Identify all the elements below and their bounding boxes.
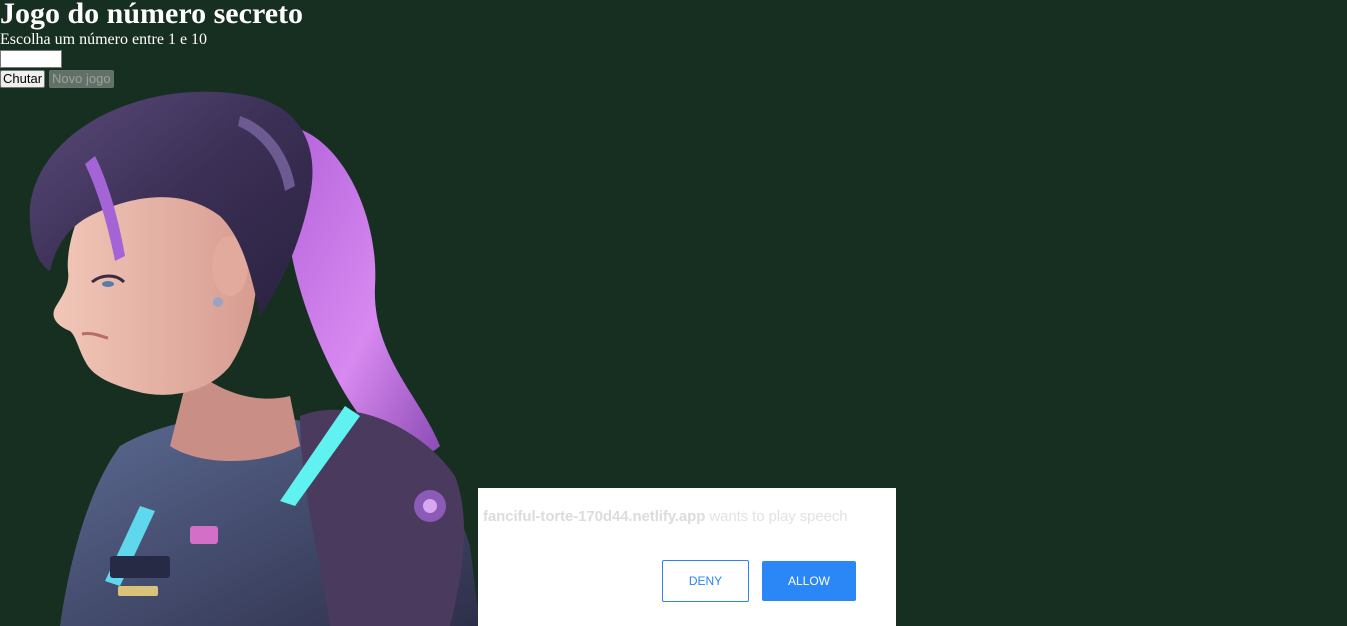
permission-site: fanciful-torte-170d44.netlify.app (483, 508, 706, 525)
woman-portrait-illustration (29, 91, 480, 626)
permission-message: fanciful-torte-170d44.netlify.app wants … (483, 508, 848, 525)
permission-text: wants to play speech (709, 508, 848, 525)
guess-input[interactable] (0, 50, 62, 68)
deny-button[interactable]: DENY (662, 560, 749, 602)
permission-dialog: fanciful-torte-170d44.netlify.app wants … (478, 488, 896, 626)
allow-button[interactable]: ALLOW (762, 561, 856, 601)
page-title: Jogo do número secreto (0, 0, 304, 30)
instruction-text: Escolha um número entre 1 e 10 (0, 31, 208, 48)
